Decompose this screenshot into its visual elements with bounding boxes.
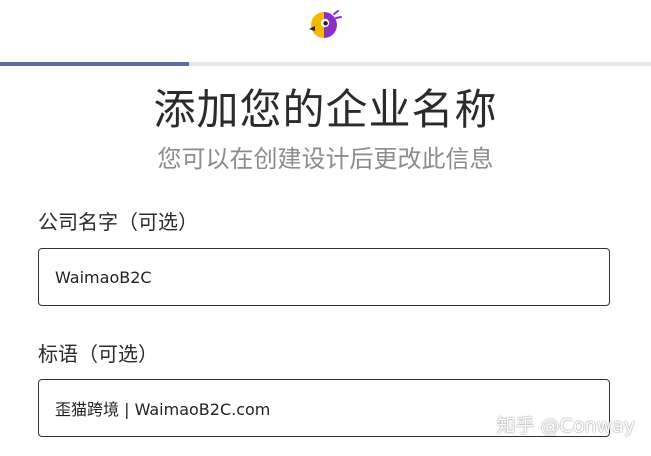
company-name-input[interactable] — [38, 248, 610, 306]
page-subtitle: 您可以在创建设计后更改此信息 — [157, 145, 494, 173]
parrot-logo-icon — [309, 10, 342, 38]
slogan-label: 标语（可选） — [38, 342, 158, 366]
company-name-label: 公司名字（可选） — [38, 210, 198, 234]
page-title: 添加您的企业名称 — [153, 85, 498, 134]
progress-bar-fill — [0, 62, 189, 66]
progress-bar — [0, 62, 651, 66]
watermark: 知乎 @Conway — [496, 415, 635, 437]
